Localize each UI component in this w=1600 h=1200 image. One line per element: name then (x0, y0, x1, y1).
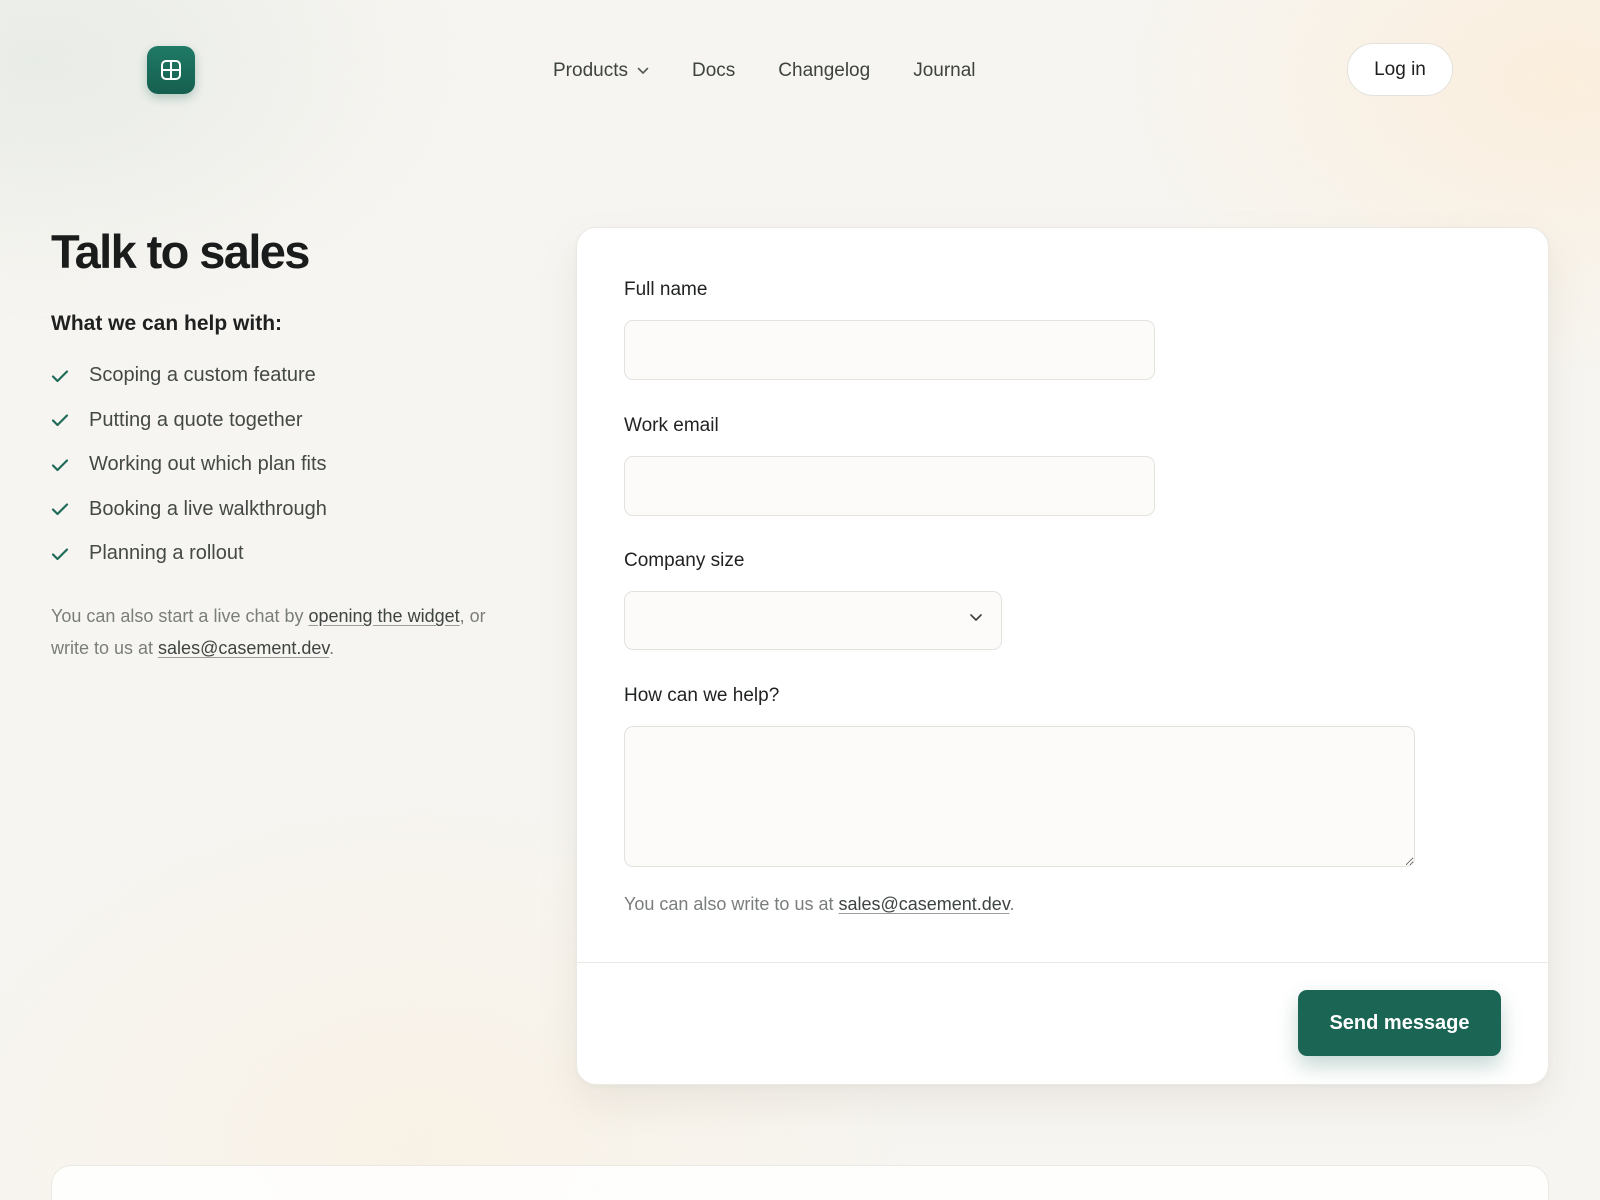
company-size-label: Company size (624, 550, 745, 571)
nav-item-docs[interactable]: Docs (692, 60, 735, 82)
list-item: Planning a rollout (51, 532, 521, 577)
full-name-label: Full name (624, 279, 708, 300)
help-heading: What we can help with: (51, 311, 283, 335)
chevron-down-icon (969, 613, 983, 622)
main-nav: Products Docs Changelog Journal (553, 58, 976, 84)
sales-email-link[interactable]: sales@casement.dev (838, 894, 1009, 914)
nav-item-journal[interactable]: Journal (913, 60, 975, 82)
bottom-section-card (51, 1165, 1549, 1200)
list-item-label: Putting a quote together (89, 408, 303, 431)
nav-item-label: Products (553, 60, 628, 81)
note-text: . (1009, 894, 1015, 914)
list-item-label: Scoping a custom feature (89, 364, 316, 387)
form-email-note: You can also write to us at sales@caseme… (624, 894, 1015, 915)
chevron-down-icon (637, 67, 649, 75)
contact-form-card: Full name Work email Company size How ca… (576, 227, 1549, 1085)
list-item-label: Booking a live walkthrough (89, 497, 327, 520)
page-title: Talk to sales (51, 225, 310, 278)
grid-window-icon (160, 59, 182, 81)
login-button[interactable]: Log in (1347, 43, 1453, 96)
list-item: Putting a quote together (51, 398, 521, 443)
card-divider (577, 962, 1548, 963)
note-text: . (329, 638, 335, 659)
list-item-label: Planning a rollout (89, 542, 244, 565)
open-widget-link[interactable]: opening the widget (308, 606, 459, 626)
list-item: Working out which plan fits (51, 443, 521, 488)
list-item-label: Working out which plan fits (89, 453, 327, 476)
message-textarea[interactable] (624, 726, 1415, 867)
help-list: Scoping a custom feature Putting a quote… (51, 354, 521, 577)
note-text: You can also start a live chat by (51, 606, 309, 627)
logo[interactable] (147, 46, 195, 94)
check-icon (51, 547, 89, 561)
sales-intro: Talk to sales What we can help with: Sco… (51, 226, 521, 664)
nav-item-products[interactable]: Products (553, 60, 649, 82)
message-label: How can we help? (624, 685, 780, 706)
send-message-button[interactable]: Send message (1298, 990, 1501, 1056)
check-icon (51, 413, 89, 427)
nav-item-changelog[interactable]: Changelog (778, 60, 870, 82)
check-icon (51, 458, 89, 472)
list-item: Booking a live walkthrough (51, 487, 521, 532)
list-item: Scoping a custom feature (51, 354, 521, 399)
live-chat-note: You can also start a live chat by openin… (51, 600, 521, 664)
sales-email-link[interactable]: sales@casement.dev (158, 638, 329, 658)
work-email-label: Work email (624, 415, 719, 436)
full-name-input[interactable] (624, 320, 1155, 380)
company-size-select[interactable] (624, 591, 1002, 650)
check-icon (51, 502, 89, 516)
note-text: You can also write to us at (624, 894, 839, 914)
check-icon (51, 369, 89, 383)
work-email-input[interactable] (624, 456, 1155, 516)
